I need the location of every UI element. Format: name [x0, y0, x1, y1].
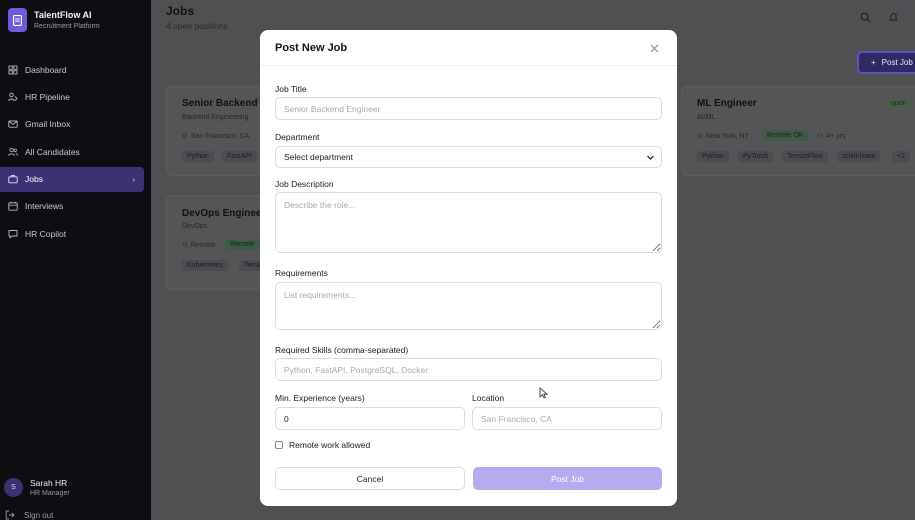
- skill-tag: TensorFlow: [782, 151, 828, 162]
- sidebar-item-interviews[interactable]: Interviews: [0, 194, 144, 219]
- chat-icon: [8, 229, 18, 239]
- plus-icon: +: [871, 58, 876, 67]
- job-location: ⊙ Remote: [182, 241, 216, 250]
- skill-tag: scikit-learn: [837, 151, 881, 162]
- sidebar: TalentFlow AI Recruitment Platform Dashb…: [0, 0, 151, 520]
- logout-icon: [5, 510, 15, 520]
- mouse-cursor-icon: [539, 386, 549, 404]
- skill-tag: Kubernetes: [182, 260, 228, 271]
- job-department: Backend Engineering: [182, 114, 249, 121]
- required-skills-label: Required Skills (comma-separated): [275, 345, 409, 355]
- post-job-modal: Post New Job Job Title Department Select…: [260, 30, 677, 506]
- location-pin-icon: ⊙: [697, 133, 703, 140]
- mail-icon: [8, 119, 18, 129]
- skill-tag: FastAPI: [222, 151, 257, 162]
- remote-checkbox-label: Remote work allowed: [289, 440, 371, 450]
- sidebar-item-label: Interviews: [25, 201, 64, 212]
- status-badge: open: [887, 99, 911, 108]
- calendar-icon: [8, 201, 18, 212]
- min-experience-label: Min. Experience (years): [275, 393, 365, 403]
- submit-post-job-button[interactable]: Post Job: [473, 467, 662, 490]
- pipeline-icon: [8, 92, 18, 102]
- requirements-label: Requirements: [275, 268, 328, 278]
- remote-checkbox-row[interactable]: Remote work allowed: [275, 440, 370, 450]
- job-title-input[interactable]: [275, 97, 662, 120]
- sidebar-item-label: Dashboard: [25, 64, 67, 75]
- job-title: ML Engineer: [697, 98, 757, 109]
- job-description-label: Job Description: [275, 179, 334, 189]
- job-description-input[interactable]: [275, 192, 662, 253]
- page-title: Jobs: [166, 4, 195, 18]
- sidebar-item-label: HR Copilot: [25, 228, 67, 239]
- brand: TalentFlow AI Recruitment Platform: [8, 8, 100, 32]
- sidebar-item-label: Gmail Inbox: [25, 119, 71, 130]
- dashboard-icon: [8, 65, 18, 75]
- location-input[interactable]: [472, 407, 662, 430]
- job-location: ⊙ New York, NY: [697, 132, 750, 141]
- sidebar-item-hr-copilot[interactable]: HR Copilot: [0, 221, 144, 246]
- job-card[interactable]: ML Engineer open AI/ML ⊙ New York, NY Rem…: [681, 86, 915, 176]
- sidebar-item-all-candidates[interactable]: All Candidates: [0, 139, 144, 164]
- skill-tag: PyTorch: [738, 151, 774, 162]
- close-button[interactable]: [648, 42, 660, 54]
- sidebar-item-label: HR Pipeline: [25, 91, 70, 102]
- requirements-input[interactable]: [275, 282, 662, 330]
- location-pin-icon: ⊙: [182, 242, 188, 249]
- sidebar-nav: Dashboard HR Pipeline Gmail Inbox All Ca…: [0, 57, 151, 249]
- sign-out-button[interactable]: Sign out: [5, 510, 53, 520]
- job-title-label: Job Title: [275, 84, 307, 94]
- department-select-value: Select department: [284, 152, 353, 162]
- job-experience: ⚇ 4+ yrs: [817, 132, 846, 141]
- remote-badge: Remote: [225, 239, 260, 250]
- job-department: DevOps: [182, 223, 208, 230]
- job-department: AI/ML: [697, 114, 716, 121]
- users-icon: ⚇: [817, 133, 824, 140]
- brand-subtitle: Recruitment Platform: [34, 23, 100, 30]
- remote-checkbox[interactable]: [275, 441, 283, 449]
- sidebar-item-hr-pipeline[interactable]: HR Pipeline: [0, 84, 144, 109]
- users-icon: [8, 147, 18, 157]
- min-experience-input[interactable]: [275, 407, 465, 430]
- briefcase-icon: [8, 174, 18, 184]
- location-label: Location: [472, 393, 505, 403]
- skill-tag: Python: [697, 151, 729, 162]
- close-icon: [650, 44, 658, 52]
- location-pin-icon: ⊙: [182, 133, 188, 140]
- sign-out-label: Sign out: [24, 510, 54, 520]
- sidebar-item-label: All Candidates: [25, 146, 80, 157]
- user-name: Sarah HR: [30, 478, 68, 488]
- skill-tag-more: +2: [892, 151, 910, 162]
- required-skills-input[interactable]: [275, 358, 662, 381]
- cancel-button[interactable]: Cancel: [275, 467, 465, 490]
- avatar: S: [4, 478, 23, 497]
- department-select[interactable]: Select department: [275, 146, 662, 168]
- sidebar-item-label: Jobs: [25, 174, 43, 185]
- modal-header: Post New Job: [260, 30, 677, 66]
- sidebar-item-dashboard[interactable]: Dashboard: [0, 57, 144, 82]
- brand-name: TalentFlow AI: [34, 10, 92, 20]
- job-title: Senior Backend: [182, 98, 258, 109]
- job-title: DevOps Enginee: [182, 208, 262, 219]
- search-icon[interactable]: [860, 10, 871, 28]
- page-subtitle: 4 open positions: [166, 21, 228, 31]
- chevron-right-icon: ›: [132, 174, 135, 184]
- sidebar-item-jobs[interactable]: Jobs ›: [0, 166, 144, 192]
- brand-logo-icon: [8, 8, 27, 32]
- post-job-label: Post Job: [881, 58, 913, 67]
- skill-tag: Python: [182, 151, 214, 162]
- sidebar-item-gmail-inbox[interactable]: Gmail Inbox: [0, 112, 144, 137]
- bell-icon[interactable]: [888, 10, 899, 28]
- modal-title: Post New Job: [275, 42, 348, 54]
- post-job-button[interactable]: + Post Job: [857, 51, 915, 74]
- job-location: ⊙ San Francisco, CA: [182, 132, 250, 141]
- remote-badge: Remote OK: [762, 130, 809, 141]
- user-profile[interactable]: S Sarah HR HR Manager: [4, 478, 70, 497]
- user-role: HR Manager: [30, 490, 70, 497]
- chevron-down-icon: [646, 153, 655, 162]
- department-label: Department: [275, 132, 320, 142]
